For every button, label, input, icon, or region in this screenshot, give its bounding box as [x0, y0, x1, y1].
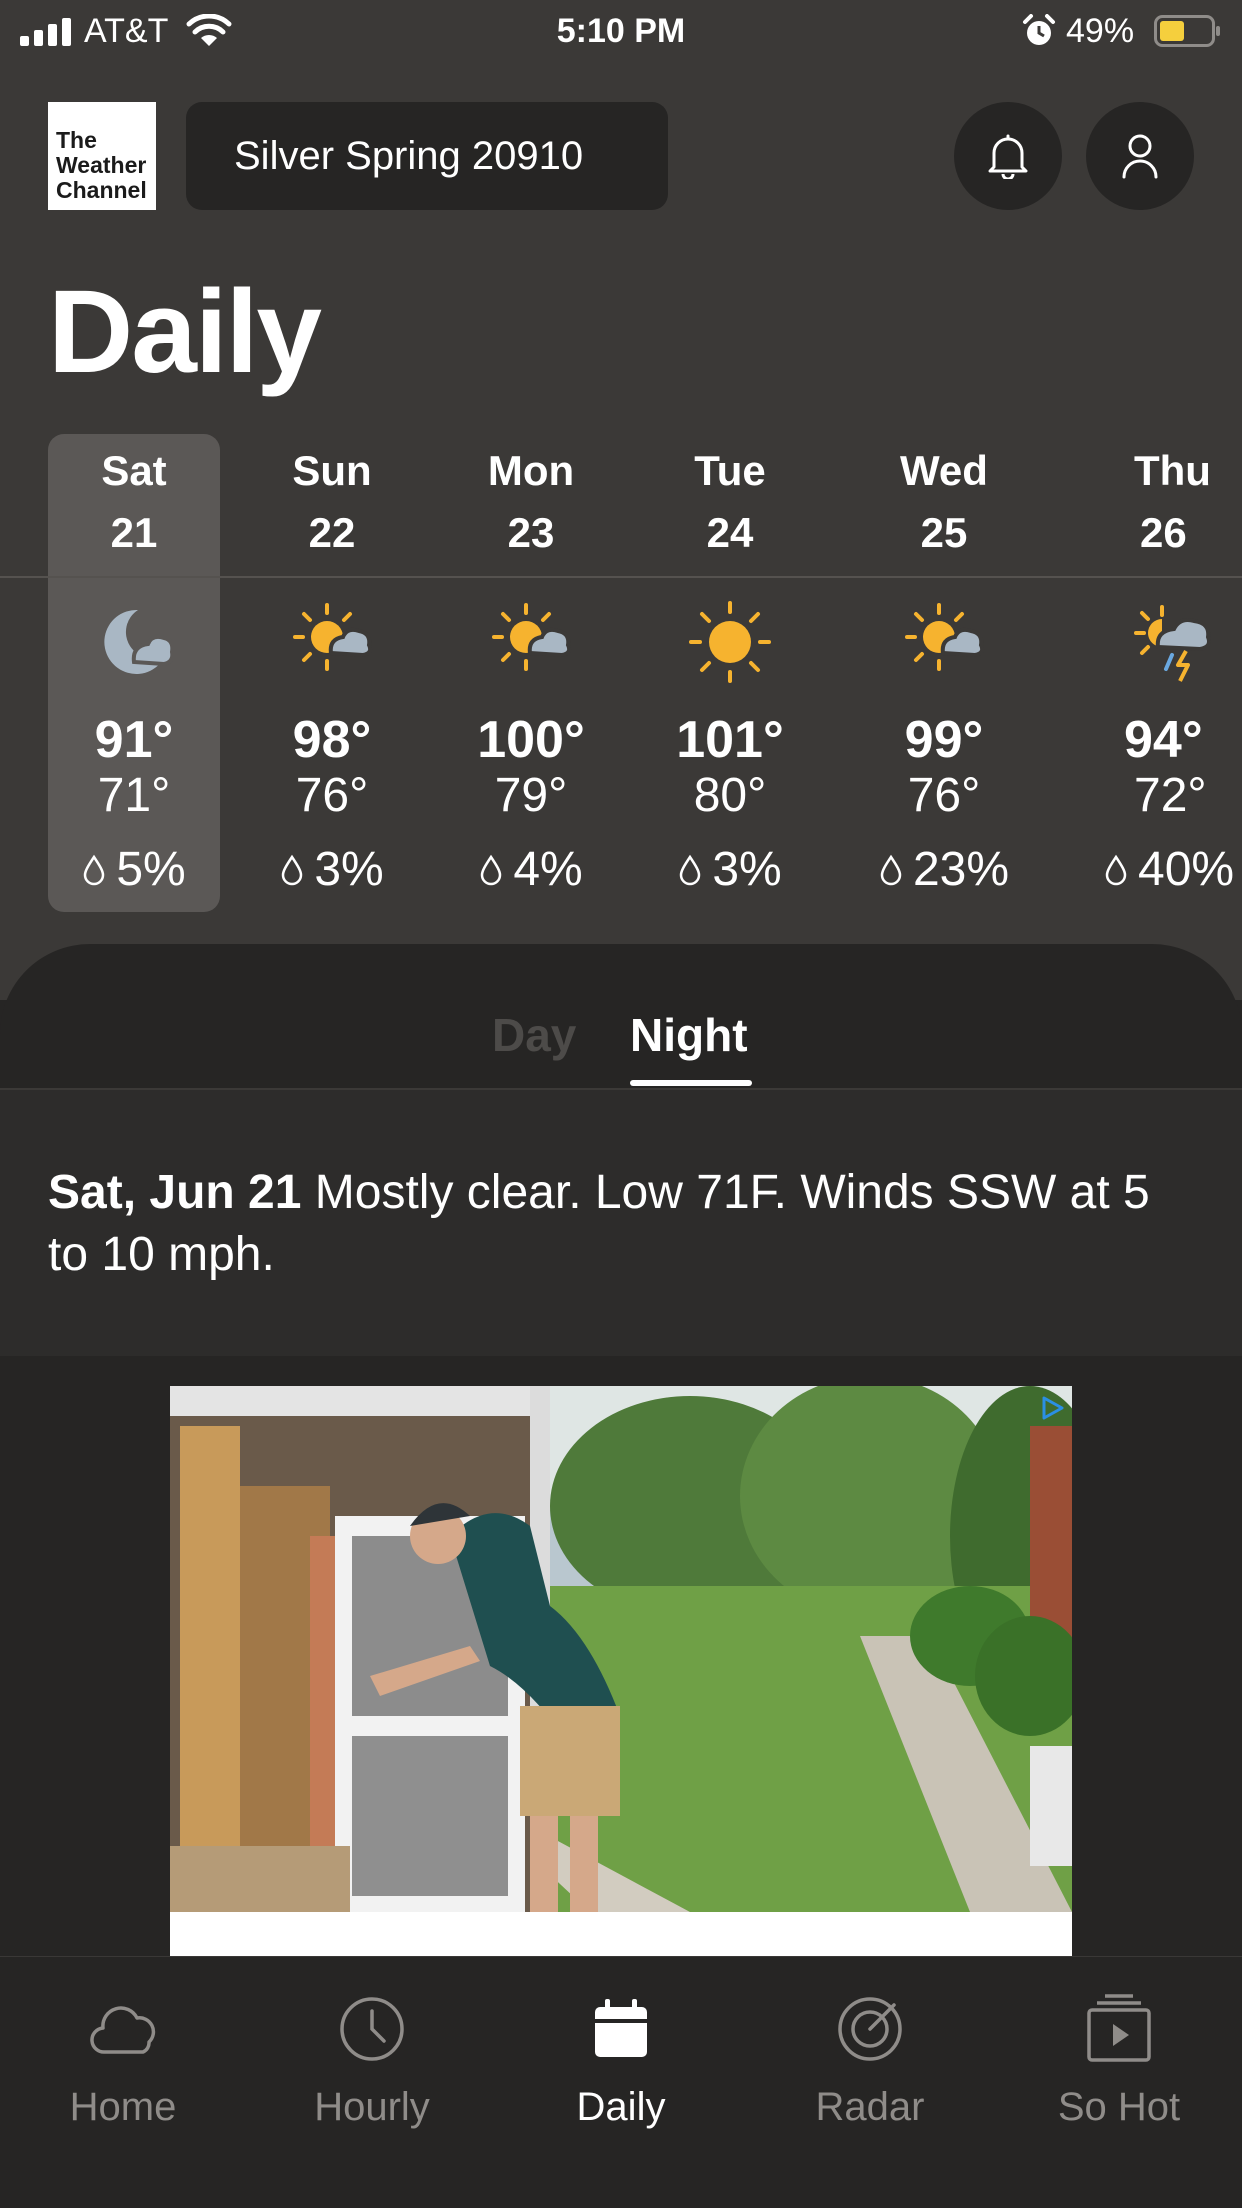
day-date: 24	[706, 509, 754, 556]
day-column-sun[interactable]: Sun 22 98° 76° 3%	[232, 440, 432, 902]
logo-line: Weather	[56, 152, 147, 178]
high-temp: 101°	[676, 711, 784, 769]
page-title: Daily	[48, 266, 322, 398]
tab-night[interactable]: Night	[630, 1008, 748, 1062]
day-column-mon[interactable]: Mon 23 100° 79° 4%	[431, 440, 631, 902]
sun-icon	[689, 601, 771, 683]
day-date: 25	[920, 509, 968, 556]
notifications-button[interactable]	[954, 102, 1062, 210]
active-tab-underline	[630, 1080, 752, 1086]
precip-value: 40%	[1138, 843, 1235, 896]
precip-chance: 40%	[1072, 838, 1242, 902]
low-temp: 76°	[295, 769, 369, 822]
high-temp: 99°	[904, 711, 984, 769]
calendar-icon	[595, 1999, 647, 2057]
logo-line: Channel	[56, 177, 147, 203]
low-temp: 72°	[1134, 769, 1207, 822]
profile-button[interactable]	[1086, 102, 1194, 210]
day-date: 26	[1140, 509, 1187, 556]
weather-channel-logo[interactable]: The Weather Channel	[48, 102, 156, 210]
tab-label: Hourly	[314, 2085, 430, 2129]
precip-value: 3%	[712, 843, 782, 896]
tab-so-hot[interactable]: So Hot	[1019, 1993, 1219, 2130]
raindrop-icon	[282, 854, 303, 886]
partly-cloudy-icon	[905, 603, 985, 671]
day-name: Mon	[487, 447, 575, 494]
precip-value: 5%	[116, 843, 186, 896]
partly-cloudy-icon	[492, 603, 572, 671]
day-date: 23	[507, 509, 555, 556]
partly-cloudy-icon	[293, 603, 373, 671]
user-icon	[1122, 134, 1158, 179]
tab-home[interactable]: Home	[23, 1993, 223, 2130]
bell-icon	[988, 134, 1028, 179]
low-temp: 79°	[494, 769, 568, 822]
tab-label: Home	[69, 2085, 177, 2129]
logo-line: The	[56, 127, 97, 153]
thunderstorm-icon	[1134, 605, 1211, 682]
precip-chance: 3%	[630, 838, 830, 902]
tab-hourly[interactable]: Hourly	[272, 1993, 472, 2130]
day-date: 21	[110, 509, 158, 556]
day-name: Tue	[694, 447, 766, 494]
clock-icon	[340, 1997, 404, 2061]
ad-image	[170, 1386, 1072, 1912]
cloud-icon	[90, 2006, 156, 2054]
tab-label: Radar	[815, 2085, 925, 2129]
tab-label: Daily	[576, 2085, 666, 2129]
precip-value: 4%	[513, 843, 583, 896]
tab-bar: Home Hourly Daily Radar So Hot	[0, 1956, 1242, 2208]
narrative-date: Sat, Jun 21	[48, 1166, 302, 1219]
high-temp: 94°	[1124, 711, 1203, 769]
day-column-thu[interactable]: Thu 26 94° 72° 40%	[1072, 440, 1242, 902]
alarm-icon	[1023, 14, 1055, 45]
status-bar: AT&T 5:10 PM 49%	[0, 0, 1242, 62]
tab-label: So Hot	[1057, 2085, 1181, 2129]
location-button[interactable]: Silver Spring 20910	[186, 102, 668, 210]
advertisement[interactable]	[170, 1386, 1072, 1956]
battery-icon	[1154, 15, 1220, 47]
day-name: Sat	[101, 447, 167, 494]
moon-cloud-icon	[104, 609, 174, 674]
raindrop-icon	[481, 854, 502, 886]
precip-chance: 4%	[431, 838, 631, 902]
precip-chance: 3%	[232, 838, 432, 902]
precip-chance: 23%	[844, 838, 1044, 902]
day-name: Thu	[1134, 447, 1211, 494]
raindrop-icon	[680, 854, 701, 886]
day-column-sat[interactable]: Sat 21 91° 71° 5%	[34, 440, 234, 902]
raindrop-icon	[1105, 854, 1127, 886]
tab-radar[interactable]: Radar	[770, 1993, 970, 2130]
battery-percent: 49%	[1066, 12, 1135, 50]
radar-icon	[838, 1997, 902, 2061]
tab-day[interactable]: Day	[492, 1008, 576, 1062]
high-temp: 98°	[292, 711, 372, 769]
precip-value: 3%	[314, 843, 384, 896]
ad-choices-icon[interactable]	[1038, 1394, 1066, 1422]
day-date: 22	[308, 509, 356, 556]
low-temp: 80°	[693, 769, 767, 822]
low-temp: 71°	[97, 769, 171, 822]
precip-chance: 5%	[34, 838, 234, 902]
high-temp: 91°	[94, 711, 174, 769]
forecast-narrative: Sat, Jun 21 Mostly clear. Low 71F. Winds…	[0, 1090, 1242, 1356]
day-column-tue[interactable]: Tue 24 101° 80° 3%	[630, 440, 830, 902]
precip-value: 23%	[912, 843, 1010, 896]
day-name: Wed	[900, 447, 988, 494]
raindrop-icon	[880, 854, 902, 886]
video-icon	[1087, 1994, 1151, 2062]
raindrop-icon	[84, 854, 105, 886]
tab-daily[interactable]: Daily	[521, 1993, 721, 2130]
high-temp: 100°	[477, 711, 585, 769]
low-temp: 76°	[907, 769, 981, 822]
day-name: Sun	[292, 447, 372, 494]
day-column-wed[interactable]: Wed 25 99° 76° 23%	[844, 440, 1044, 902]
day-night-tabs: Day Night	[0, 944, 1242, 1090]
